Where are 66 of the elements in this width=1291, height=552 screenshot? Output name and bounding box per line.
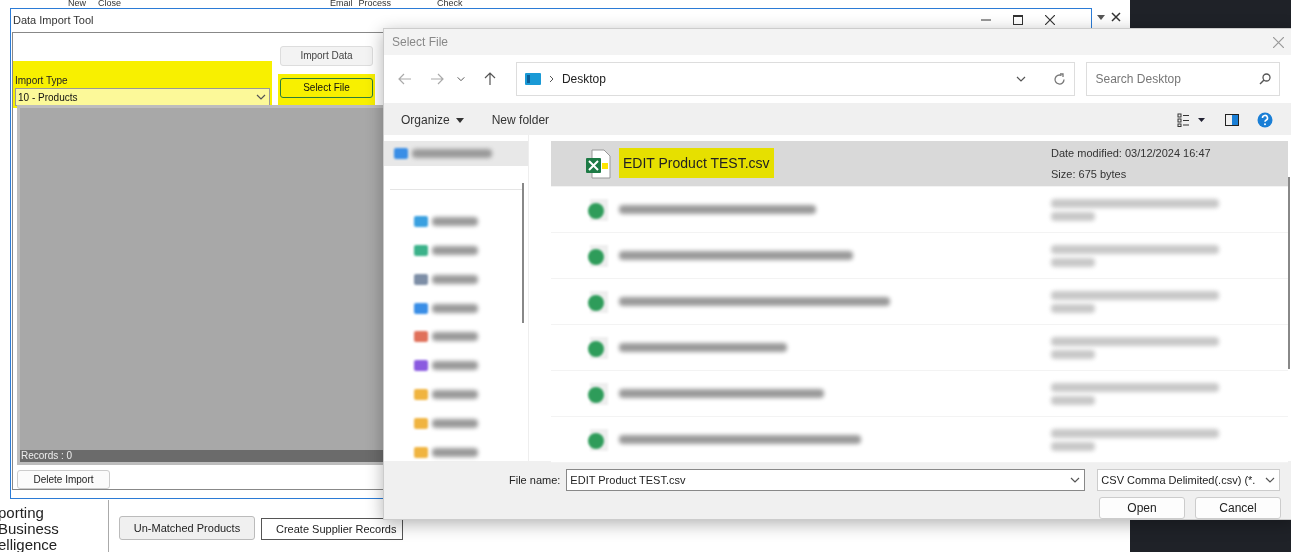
blurred-text	[432, 303, 478, 313]
file-type-dropdown[interactable]: CSV Comma Delimited(.csv) (*.	[1097, 469, 1281, 491]
blurred-text	[432, 332, 478, 342]
blurred-text	[432, 390, 478, 399]
blurred-text	[1051, 395, 1095, 405]
dialog-button[interactable]: Cancel	[1195, 497, 1281, 519]
back-arrow-icon[interactable]	[398, 73, 412, 86]
toolbar-label: Check	[437, 0, 463, 8]
window-title: Data Import Tool	[13, 12, 94, 28]
blurred-text	[432, 217, 478, 227]
toolbar-label: Process	[358, 0, 392, 8]
search-icon	[1259, 73, 1271, 86]
refresh-icon[interactable]	[1053, 72, 1067, 86]
logo-text: Business	[0, 521, 59, 537]
file-name-field[interactable]: EDIT Product TEST.csv	[566, 469, 1086, 491]
delete-import-button[interactable]: Delete Import	[17, 469, 110, 489]
file-name: EDIT Product TEST.csv	[619, 148, 774, 178]
field-label: Import Type	[15, 74, 69, 88]
action-button[interactable]: Import Data	[280, 45, 373, 66]
organize-menu[interactable]: Organize	[401, 111, 464, 130]
spreadsheet-file-icon	[585, 426, 611, 453]
create-supplier-records-button[interactable]: Create Supplier Records	[261, 518, 404, 540]
dropdown-arrow-icon[interactable]	[1097, 14, 1105, 20]
toolbar-label: Email	[330, 0, 353, 8]
file-name-label: File name:	[509, 472, 561, 488]
view-options-icon[interactable]	[1177, 113, 1207, 128]
blurred-text	[432, 274, 478, 284]
blurred-text	[1051, 257, 1095, 267]
close-icon[interactable]	[1045, 15, 1055, 25]
blurred-text	[1051, 211, 1095, 221]
preview-pane-icon[interactable]	[1225, 114, 1239, 127]
address-bar[interactable]: Desktop	[515, 62, 1076, 97]
date-modified: Date modified: 03/12/2024 16:47	[1051, 146, 1211, 161]
spreadsheet-file-icon	[585, 196, 611, 223]
blurred-text	[1051, 303, 1095, 313]
dialog-button[interactable]: Open	[1099, 497, 1185, 519]
spreadsheet-file-icon	[585, 148, 611, 179]
forward-arrow-icon[interactable]	[429, 73, 444, 86]
up-arrow-icon[interactable]	[483, 72, 496, 87]
file-size: Size: 675 bytes	[1051, 166, 1128, 182]
spreadsheet-file-icon	[585, 288, 611, 315]
action-button[interactable]: Select File	[280, 77, 373, 98]
toolbar-label: Close	[98, 0, 122, 8]
blurred-text	[432, 447, 478, 457]
dialog-title: Select File	[392, 34, 449, 51]
file-row[interactable]: EDIT Product TEST.csv Date modified: 03/12/2024 16:47 Size: 675 bytes	[551, 141, 1288, 187]
toolbar-label: New	[68, 0, 86, 8]
spreadsheet-file-icon	[585, 380, 611, 407]
location-text: Desktop	[561, 71, 606, 89]
maximize-icon[interactable]	[1013, 15, 1023, 25]
close-icon[interactable]	[1111, 12, 1121, 22]
blurred-text	[432, 418, 478, 428]
records-count: Records : 0	[21, 449, 73, 462]
spreadsheet-file-icon	[585, 242, 611, 269]
caret-icon	[455, 117, 464, 123]
new-folder-button[interactable]: New folder	[491, 111, 550, 130]
blurred-text	[432, 361, 478, 371]
help-icon[interactable]	[1257, 112, 1273, 129]
spreadsheet-file-icon	[585, 334, 611, 361]
breadcrumb-separator-icon	[548, 75, 554, 84]
blurred-text	[1051, 349, 1095, 359]
blurred-text	[1051, 441, 1095, 451]
blurred-text	[432, 246, 478, 255]
unmatched-products-button[interactable]: Un-Matched Products	[119, 516, 255, 540]
search-field[interactable]: Search Desktop	[1086, 62, 1280, 97]
desktop-icon	[524, 73, 541, 86]
